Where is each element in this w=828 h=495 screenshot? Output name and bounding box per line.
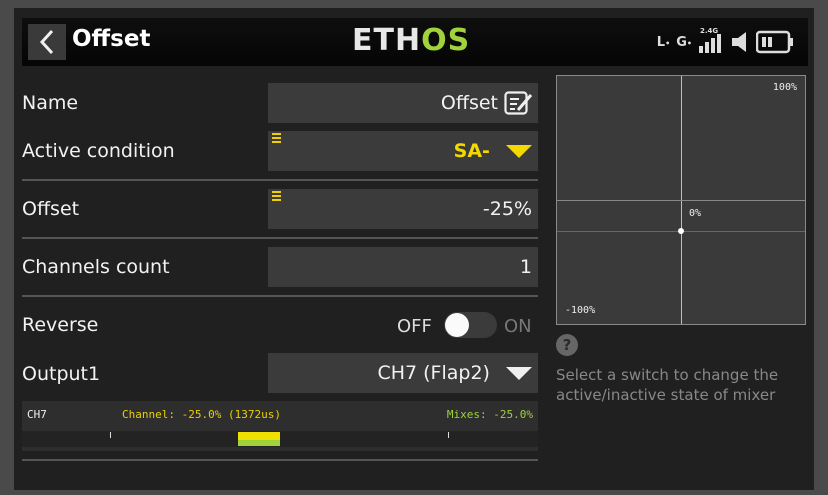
help-text: Select a switch to change the active/ina… <box>556 366 779 404</box>
divider <box>22 459 538 461</box>
name-field[interactable]: Offset <box>268 83 538 123</box>
reverse-label: Reverse <box>22 314 99 336</box>
offset-field[interactable]: -25% <box>268 189 538 229</box>
edit-icon <box>504 91 533 115</box>
reverse-on-label: ON <box>504 316 532 337</box>
channel-monitor: CH7 Channel: -25.0% (1372us) Mixes: -25.… <box>22 401 538 451</box>
help-icon: ? <box>556 334 578 356</box>
back-button[interactable] <box>28 24 66 60</box>
output1-value: CH7 (Flap2) <box>377 362 490 384</box>
channel-info: Channel: -25.0% (1372us) <box>122 408 281 421</box>
toggle-knob <box>445 313 469 337</box>
output1-label: Output1 <box>22 363 101 385</box>
ethos-logo: ETHOS <box>352 23 471 58</box>
channel-name: CH7 <box>27 408 47 421</box>
mixes-value-bar <box>238 440 280 446</box>
mixes-info: Mixes: -25.0% <box>446 408 533 421</box>
channel-value-bar <box>238 432 280 440</box>
signal-icon: 2.4G <box>698 27 724 53</box>
offset-label: Offset <box>22 198 80 220</box>
reverse-toggle[interactable] <box>444 312 497 338</box>
graph-top-label: 100% <box>772 82 797 93</box>
channels-count-label: Channels count <box>22 256 170 278</box>
active-condition-field[interactable]: SA- <box>268 131 538 171</box>
channel-bar-track <box>22 431 538 447</box>
g-status-icon: G• <box>676 34 692 50</box>
divider <box>22 237 538 239</box>
graph-zero-line <box>557 200 805 201</box>
menu-icon <box>272 191 281 203</box>
divider <box>22 295 538 297</box>
channels-count-field[interactable]: 1 <box>268 247 538 287</box>
bar-tick <box>448 432 449 438</box>
dropdown-arrow-icon <box>506 145 532 158</box>
menu-icon <box>272 133 281 145</box>
bar-tick <box>110 432 111 438</box>
offset-value: -25% <box>482 198 532 220</box>
page-title: Offset <box>72 26 151 52</box>
curve-graph: 100% 0% -100% <box>556 75 806 325</box>
battery-icon <box>756 30 793 54</box>
header-bar: Offset ETHOS L• G• 2.4G <box>22 18 808 66</box>
channels-count-value: 1 <box>519 256 532 278</box>
name-label: Name <box>22 92 79 114</box>
dropdown-arrow-icon <box>506 367 532 380</box>
status-area: L• G• 2.4G <box>657 26 794 58</box>
graph-mid-label: 0% <box>689 208 702 219</box>
speaker-icon <box>732 32 746 52</box>
active-condition-label: Active condition <box>22 140 175 162</box>
name-value: Offset <box>440 92 498 114</box>
output1-field[interactable]: CH7 (Flap2) <box>268 353 538 393</box>
active-condition-value: SA- <box>453 140 490 162</box>
reverse-off-label: OFF <box>397 316 432 337</box>
graph-bottom-label: -100% <box>565 305 596 316</box>
chevron-left-icon <box>39 29 54 55</box>
divider <box>22 179 538 181</box>
l-status-icon: L• <box>656 34 671 50</box>
graph-point <box>678 228 684 234</box>
